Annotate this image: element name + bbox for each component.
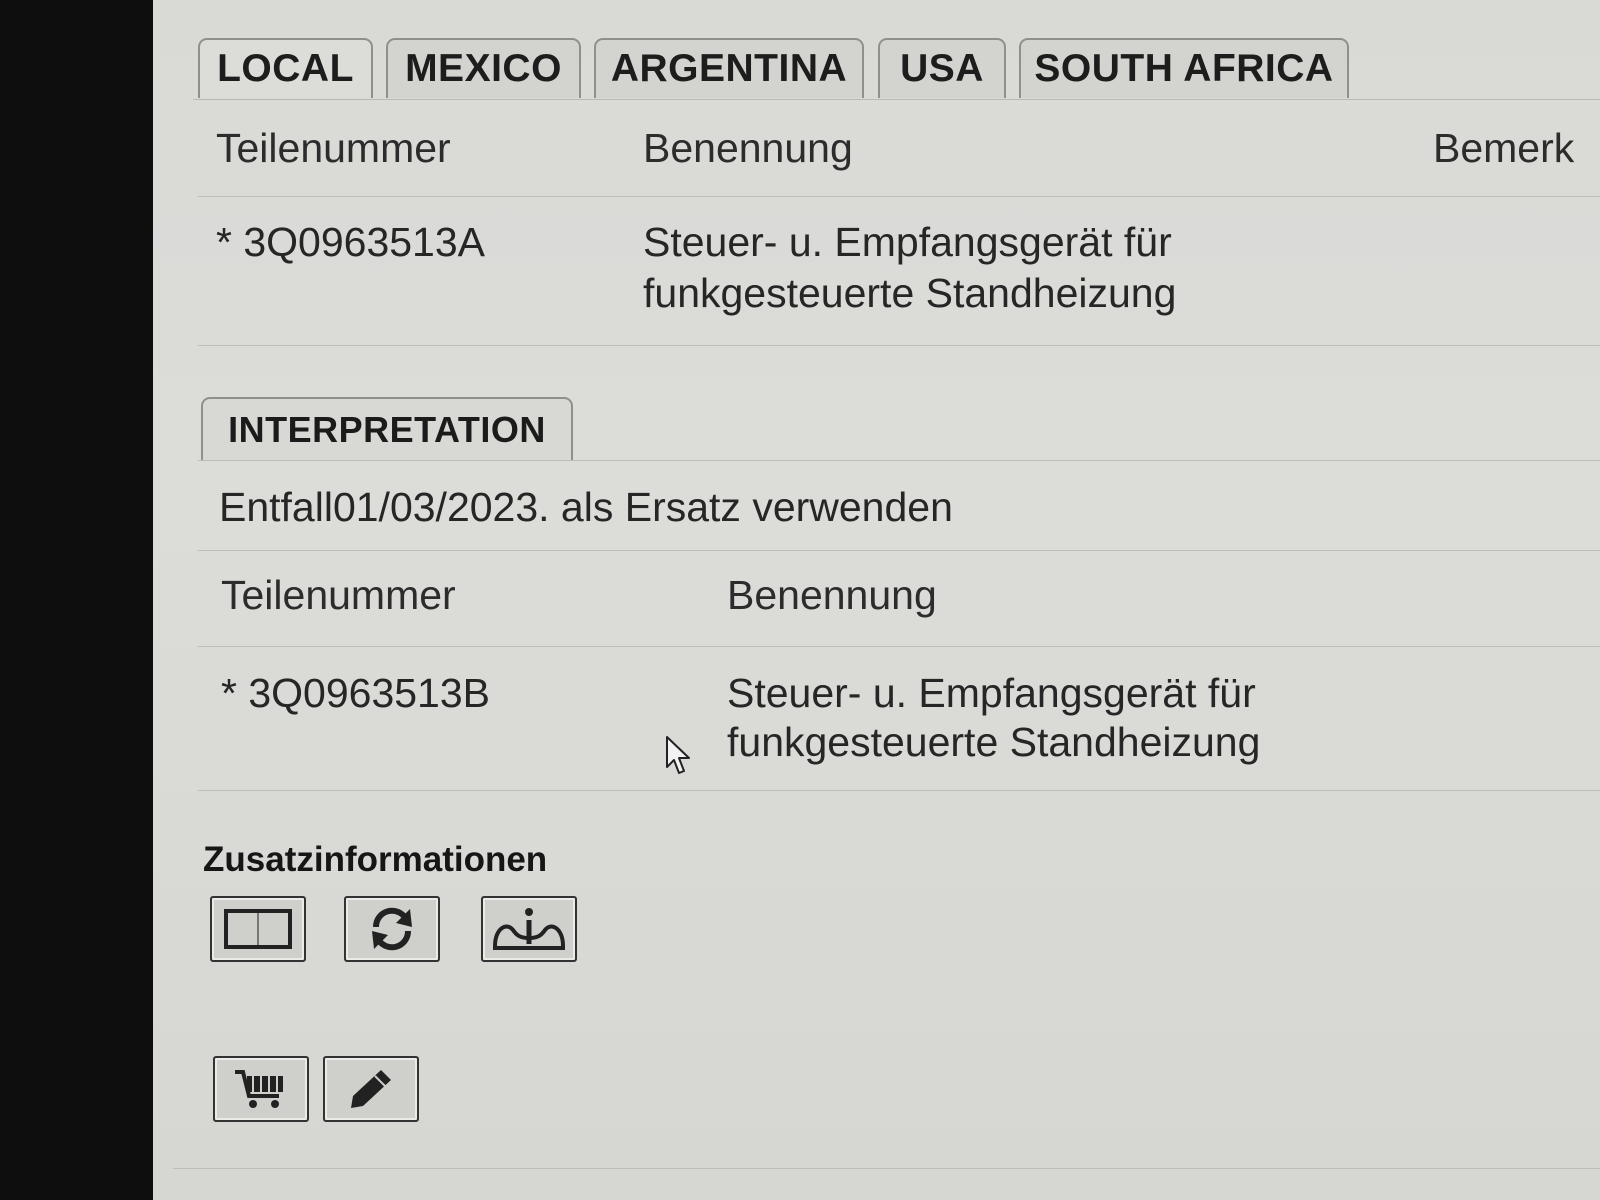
edit-button[interactable] (323, 1056, 419, 1122)
pencil-icon (351, 1070, 391, 1108)
additional-info-title: Zusatzinformationen (203, 840, 548, 879)
divider (198, 646, 1600, 647)
column-header-part-number: Teilenummer (216, 125, 451, 171)
person-info-button[interactable] (481, 896, 577, 962)
replacement-description-line2: funkgesteuerte Standheizung (727, 719, 1261, 765)
tab-usa[interactable]: USA (878, 38, 1006, 98)
tab-local[interactable]: LOCAL (198, 38, 373, 98)
interpretation-note: Entfall01/03/2023. als Ersatz verwenden (219, 484, 953, 530)
divider (198, 550, 1600, 551)
tab-argentina[interactable]: ARGENTINA (594, 38, 864, 98)
column-header-part-number: Teilenummer (221, 572, 456, 618)
column-header-remark: Bemerk (1433, 125, 1575, 171)
replacement-description-line1: Steuer- u. Empfangsgerät für (727, 670, 1256, 716)
add-to-cart-button[interactable] (213, 1056, 309, 1122)
part-number: * 3Q0963513A (216, 219, 486, 265)
column-header-description: Benennung (643, 125, 853, 171)
divider (198, 790, 1600, 791)
divider (198, 345, 1600, 346)
tab-mexico[interactable]: MEXICO (386, 38, 581, 98)
replacement-part-number: * 3Q0963513B (221, 670, 491, 716)
book-icon (224, 909, 292, 949)
divider (198, 196, 1600, 197)
region-tabs: LOCAL MEXICO ARGENTINA USA SOUTH AFRICA (193, 38, 1600, 100)
divider (173, 1168, 1600, 1169)
parts-catalog-window: LOCAL MEXICO ARGENTINA USA SOUTH AFRICA … (153, 0, 1600, 1200)
part-description-line2: funkgesteuerte Standheizung (643, 270, 1177, 316)
tab-south-africa[interactable]: SOUTH AFRICA (1019, 38, 1349, 98)
book-button[interactable] (210, 896, 306, 962)
part-description-line1: Steuer- u. Empfangsgerät für (643, 219, 1172, 265)
shopping-cart-icon (235, 1070, 283, 1108)
person-info-icon (493, 908, 565, 950)
divider (198, 460, 1600, 461)
refresh-button[interactable] (344, 896, 440, 962)
refresh-icon (372, 907, 412, 951)
mouse-cursor-icon (666, 736, 690, 774)
tab-interpretation[interactable]: INTERPRETATION (201, 397, 573, 460)
column-header-description: Benennung (727, 572, 937, 618)
